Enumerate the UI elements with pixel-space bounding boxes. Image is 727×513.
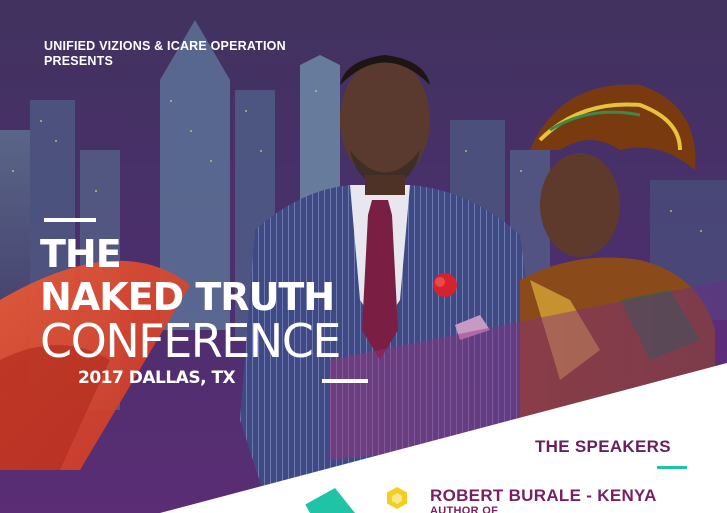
hexagon-bullet-icon	[387, 487, 407, 509]
presenter-credit: UNIFIED VIZIONS & ICARE OPERATION PRESEN…	[44, 39, 286, 69]
event-title-line-2: NAKED TRUTH	[40, 275, 335, 319]
event-poster: UNIFIED VIZIONS & ICARE OPERATION PRESEN…	[0, 0, 727, 513]
event-subtitle: 2017 DALLAS, TX	[78, 368, 236, 388]
speakers-heading: THE SPEAKERS	[535, 437, 671, 456]
speakers-heading-rule	[657, 466, 687, 469]
presenter-line-1: UNIFIED VIZIONS & ICARE OPERATION	[44, 39, 286, 53]
event-title-line-1: THE	[40, 232, 122, 276]
speaker-role: AUTHOR OF	[430, 505, 499, 513]
speaker-name: ROBERT BURALE - KENYA	[430, 486, 657, 505]
presenter-line-2: PRESENTS	[44, 54, 113, 68]
title-top-rule	[44, 218, 96, 222]
title-bottom-rule	[322, 379, 368, 383]
event-title-line-3: CONFERENCE	[40, 314, 341, 368]
